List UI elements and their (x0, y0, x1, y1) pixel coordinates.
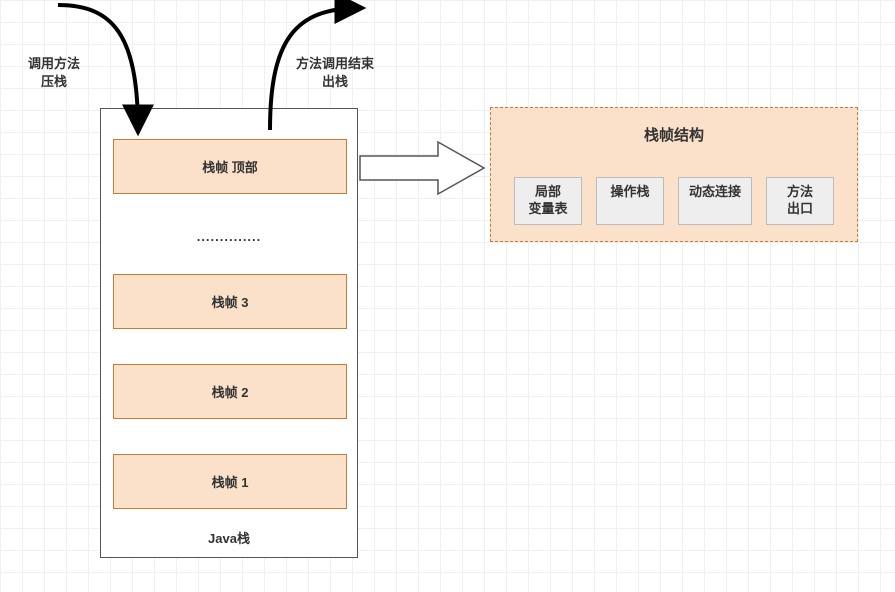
pop-arrow-icon (240, 0, 380, 140)
operand-stack: 操作栈 (596, 177, 664, 225)
stack-frame-3-label: 栈帧 3 (212, 292, 249, 311)
java-stack-container: 栈帧 顶部 .............. 栈帧 3 栈帧 2 栈帧 1 Java… (100, 108, 358, 558)
expand-arrow-icon (358, 140, 478, 196)
frame-structure-title: 栈帧结构 (491, 124, 857, 145)
method-exit: 方法 出口 (766, 177, 834, 225)
java-stack-title: Java栈 (101, 528, 357, 547)
lvt-line2: 变量表 (528, 201, 567, 216)
push-arrow-icon (53, 0, 173, 140)
stack-frame-top: 栈帧 顶部 (113, 139, 347, 194)
local-variable-table: 局部 变量表 (514, 177, 582, 225)
frame-structure-panel: 栈帧结构 局部 变量表 操作栈 动态连接 方法 出口 (490, 107, 858, 242)
dynamic-link: 动态连接 (678, 177, 752, 225)
stack-frame-2: 栈帧 2 (113, 364, 347, 419)
lvt-line1: 局部 (535, 184, 561, 199)
stack-frame-3: 栈帧 3 (113, 274, 347, 329)
stack-frame-top-label: 栈帧 顶部 (202, 157, 258, 176)
stack-frame-2-label: 栈帧 2 (212, 382, 249, 401)
dynlink-label: 动态连接 (689, 184, 741, 199)
stack-frame-1-label: 栈帧 1 (212, 472, 249, 491)
stack-ellipsis: .............. (101, 229, 357, 244)
opstack-label: 操作栈 (610, 184, 649, 199)
exit-line2: 出口 (787, 201, 813, 216)
exit-line1: 方法 (787, 184, 813, 199)
frame-structure-items: 局部 变量表 操作栈 动态连接 方法 出口 (491, 177, 857, 225)
stack-frame-1: 栈帧 1 (113, 454, 347, 509)
